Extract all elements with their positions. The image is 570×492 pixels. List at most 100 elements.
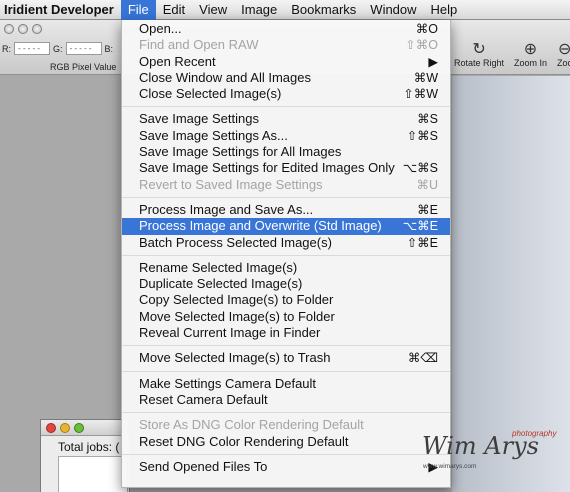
watermark-url: www.wimarys.com [423, 463, 477, 470]
menu-item-label: Make Settings Camera Default [139, 375, 317, 391]
menu-item-shortcut: ⌘O [415, 22, 438, 36]
zoom-in-button[interactable]: ⊕ Zoom In [514, 41, 548, 69]
menu-item-send-opened-files-to[interactable]: Send Opened Files To ▶ [122, 459, 450, 475]
menu-item-duplicate-selected-image-s[interactable]: Duplicate Selected Image(s) [122, 276, 450, 292]
menu-bookmarks[interactable]: Bookmarks [284, 0, 363, 20]
menu-item-close-selected-image-s[interactable]: Close Selected Image(s) ⇧⌘W [122, 86, 450, 102]
menu-item-shortcut: ⌥⌘E [402, 219, 438, 234]
minimize-window-button[interactable] [18, 24, 28, 34]
zoom-window-button[interactable] [32, 24, 42, 34]
rotate-right-icon: ↻ [472, 41, 486, 58]
zoom-icon: ⊖ [558, 41, 570, 58]
menu-help[interactable]: Help [424, 0, 465, 20]
menu-separator [122, 106, 450, 108]
menu-file[interactable]: File [120, 0, 156, 20]
menu-item-shortcut: ⇧⌘O [405, 38, 438, 53]
red-label: R: [2, 43, 11, 54]
menu-item-save-image-settings-for-edited-images-only[interactable]: Save Image Settings for Edited Images On… [122, 160, 450, 176]
menu-item-label: Batch Process Selected Image(s) [139, 234, 332, 250]
rgb-pixel-readout: R: ----- G: ----- B: [2, 42, 113, 55]
menu-item-rename-selected-image-s[interactable]: Rename Selected Image(s) [122, 260, 450, 276]
menu-item-label: Process Image and Save As... [139, 201, 314, 217]
menu-item-label: Revert to Saved Image Settings [139, 176, 323, 192]
menu-item-shortcut: ⇧⌘S [406, 128, 438, 143]
menu-item-label: Process Image and Overwrite (Std Image) [139, 218, 382, 234]
menu-item-label: Open Recent [139, 53, 216, 69]
menu-item-label: Save Image Settings As... [139, 127, 288, 143]
jobs-minimize-button[interactable] [60, 423, 70, 433]
green-value-field: ----- [65, 42, 102, 55]
menu-item-label: Copy Selected Image(s) to Folder [139, 292, 334, 308]
menu-item-label: Find and Open RAW [139, 37, 259, 53]
zoom-label: Zoo [557, 58, 570, 68]
app-menu[interactable]: Iridient Developer [0, 0, 121, 20]
menu-item-open-recent[interactable]: Open Recent ▶ [122, 54, 450, 70]
menu-item-reveal-current-image-in-finder[interactable]: Reveal Current Image in Finder [122, 325, 450, 341]
menu-image[interactable]: Image [234, 0, 284, 20]
menu-bar: Iridient Developer File Edit View Image … [0, 0, 570, 20]
jobs-close-button[interactable] [46, 423, 56, 433]
watermark-logo: photography Wim Arys www.wimarys.com [420, 428, 570, 476]
menu-item-save-image-settings[interactable]: Save Image Settings ⌘S [122, 111, 450, 127]
menu-item-label: Save Image Settings for All Images [139, 144, 342, 160]
menu-item-shortcut: ⇧⌘E [406, 235, 438, 250]
menu-item-label: Send Opened Files To [139, 458, 268, 474]
menu-item-label: Save Image Settings for Edited Images On… [139, 160, 395, 176]
zoom-in-label: Zoom In [514, 58, 548, 68]
menu-separator [122, 196, 450, 198]
close-window-button[interactable] [4, 24, 14, 34]
jobs-zoom-button[interactable] [74, 423, 84, 433]
menu-item-label: Reset DNG Color Rendering Default [139, 433, 349, 449]
blue-label: B: [104, 43, 114, 54]
menu-item-shortcut: ⇧⌘W [403, 87, 438, 102]
menu-item-shortcut: ⌘S [417, 112, 438, 127]
menu-item-make-settings-camera-default[interactable]: Make Settings Camera Default [122, 376, 450, 392]
menu-item-reset-dng-color-rendering-default[interactable]: Reset DNG Color Rendering Default [122, 434, 450, 450]
menu-item-move-selected-image-s-to-folder[interactable]: Move Selected Image(s) to Folder [122, 309, 450, 325]
menu-item-revert-to-saved-image-settings: Revert to Saved Image Settings ⌘U [122, 177, 450, 193]
menu-window[interactable]: Window [363, 0, 423, 20]
red-value-field: ----- [14, 42, 50, 55]
menu-item-move-selected-image-s-to-trash[interactable]: Move Selected Image(s) to Trash ⌘⌫ [122, 350, 450, 366]
zoom-button[interactable]: ⊖ Zoo [557, 41, 570, 69]
menu-view[interactable]: View [192, 0, 234, 20]
watermark-name: Wim Arys [422, 432, 539, 460]
menu-item-label: Reveal Current Image in Finder [139, 325, 321, 341]
menu-separator [122, 453, 450, 455]
menu-item-open[interactable]: Open... ⌘O [122, 21, 450, 37]
menu-item-save-image-settings-as[interactable]: Save Image Settings As... ⇧⌘S [122, 128, 450, 144]
menu-item-label: Duplicate Selected Image(s) [139, 276, 303, 292]
menu-separator [122, 345, 450, 347]
menu-item-label: Store As DNG Color Rendering Default [139, 417, 364, 433]
menu-item-label: Save Image Settings [139, 111, 259, 127]
submenu-arrow-icon: ▶ [428, 54, 438, 69]
menu-item-shortcut: ⌘U [416, 177, 438, 192]
menu-item-label: Rename Selected Image(s) [139, 259, 298, 275]
menu-separator [122, 370, 450, 372]
menu-item-label: Move Selected Image(s) to Trash [139, 350, 331, 366]
rotate-right-button[interactable]: ↻ Rotate Right [454, 41, 505, 69]
menu-item-batch-process-selected-image-s[interactable]: Batch Process Selected Image(s) ⇧⌘E [122, 235, 450, 251]
menu-item-close-window-and-all-images[interactable]: Close Window and All Images ⌘W [122, 70, 450, 86]
menu-item-copy-selected-image-s-to-folder[interactable]: Copy Selected Image(s) to Folder [122, 292, 450, 308]
menu-edit[interactable]: Edit [156, 0, 192, 20]
menu-item-save-image-settings-for-all-images[interactable]: Save Image Settings for All Images [122, 144, 450, 160]
jobs-list [58, 456, 128, 492]
menu-item-reset-camera-default[interactable]: Reset Camera Default [122, 392, 450, 408]
menu-item-store-as-dng-color-rendering-default: Store As DNG Color Rendering Default [122, 417, 450, 433]
menu-item-process-image-and-save-as[interactable]: Process Image and Save As... ⌘E [122, 202, 450, 218]
menu-item-process-image-and-overwrite-std-image[interactable]: Process Image and Overwrite (Std Image) ⌥… [122, 218, 450, 235]
menu-item-find-and-open-raw: Find and Open RAW ⇧⌘O [122, 37, 450, 53]
menu-item-shortcut: ⌘⌫ [407, 351, 438, 366]
green-label: G: [53, 43, 63, 54]
zoom-in-icon: ⊕ [523, 41, 538, 58]
menu-item-label: Close Window and All Images [139, 69, 311, 85]
menu-item-shortcut: ⌥⌘S [402, 161, 438, 176]
menu-item-shortcut: ⌘E [417, 202, 438, 217]
rgb-pixel-caption: RGB Pixel Value [50, 62, 117, 72]
menu-separator [122, 412, 450, 414]
menu-item-label: Close Selected Image(s) [139, 86, 282, 102]
rotate-right-label: Rotate Right [454, 58, 505, 68]
menu-item-shortcut: ⌘W [413, 70, 438, 85]
menu-item-label: Move Selected Image(s) to Folder [139, 308, 335, 324]
